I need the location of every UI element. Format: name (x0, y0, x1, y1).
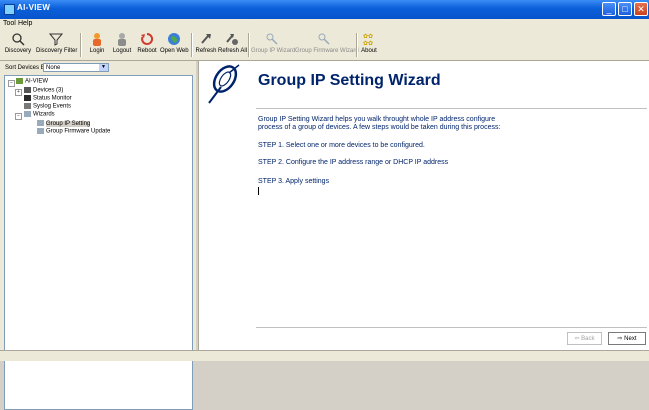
tree-collapse-toggle[interactable]: − (15, 113, 22, 120)
next-button[interactable]: ⇨ Next (608, 332, 646, 345)
wand-icon (318, 33, 330, 45)
footer-divider (256, 327, 647, 328)
svg-text:✿✿: ✿✿ (363, 40, 373, 46)
open-web-button[interactable]: Open Web (160, 32, 189, 60)
discovery-label: Discovery (4, 48, 32, 54)
app-icon (4, 4, 15, 15)
svg-text:✿✿: ✿✿ (363, 33, 373, 40)
logout-button[interactable]: Logout (110, 32, 134, 60)
wand-icon (37, 120, 44, 126)
monitor-icon (24, 95, 31, 101)
window-title: AI-VIEW (17, 3, 51, 12)
group-ip-wizard-button[interactable]: Group IP Wizard (251, 32, 296, 60)
menu-tool[interactable]: Tool (3, 20, 16, 27)
reboot-button[interactable]: Reboot (136, 32, 158, 60)
toolbar-separator (191, 33, 193, 57)
toolbar-separator (248, 33, 250, 57)
group-firmware-wizard-button[interactable]: Group Firmware Wizard (295, 32, 359, 60)
wizard-title: Group IP Setting Wizard (258, 72, 441, 89)
globe-icon (168, 33, 180, 45)
filter-icon (49, 33, 63, 46)
about-button[interactable]: ✿✿ ✿✿ About (358, 32, 380, 60)
logout-icon (118, 33, 126, 46)
satellite-dish-icon (208, 64, 240, 104)
magnifier-icon (12, 33, 25, 46)
tree-node-group-firmware[interactable]: Group Firmware Update (37, 128, 110, 135)
devices-icon (24, 87, 31, 93)
maximize-button[interactable]: □ (618, 2, 632, 16)
about-icon: ✿✿✿✿ (363, 33, 373, 46)
tree-collapse-toggle[interactable]: − (8, 80, 15, 87)
wizard-intro-line-1: Group IP Setting Wizard helps you walk t… (258, 116, 496, 123)
back-button[interactable]: ⇦ Back (567, 332, 602, 345)
wizard-intro-line-2: process of a group of devices. A few ste… (258, 124, 501, 131)
window-titlebar: AI-VIEW _ □ ✕ (0, 0, 649, 19)
login-icon (93, 33, 101, 46)
tree-node-root[interactable]: AI-VIEW (16, 78, 48, 85)
reboot-label: Reboot (137, 48, 157, 54)
discovery-filter-button[interactable]: Discovery Filter (36, 32, 78, 60)
about-label: About (361, 48, 377, 54)
refresh-icon (201, 34, 211, 44)
login-button[interactable]: Login (86, 32, 108, 60)
sort-select[interactable]: None ▼ (43, 63, 109, 72)
header-divider (256, 108, 647, 109)
wizard-step-3: STEP 3. Apply settings (258, 178, 330, 185)
wizard-step-2: STEP 2. Configure the IP address range o… (258, 159, 449, 166)
refresh-label: Refresh (195, 48, 217, 54)
chevron-down-icon[interactable]: ▼ (99, 64, 108, 71)
wand-icon (24, 111, 31, 117)
login-label: Login (89, 48, 105, 54)
wand-icon (266, 33, 278, 45)
menu-bar: Tool Help (0, 19, 649, 30)
wizard-pane: Group IP Setting Wizard Group IP Setting… (198, 61, 649, 350)
status-bar (0, 350, 649, 361)
tree-expand-toggle[interactable]: + (15, 89, 22, 96)
tree-node-group-ip[interactable]: Group IP Setting (37, 120, 91, 127)
close-button[interactable]: ✕ (634, 2, 648, 16)
tree-node-wizards[interactable]: Wizards (24, 111, 55, 118)
minimize-button[interactable]: _ (602, 2, 616, 16)
tree-node-devices[interactable]: Devices (3) (24, 87, 63, 94)
group-firmware-wizard-label: Group Firmware Wizard (295, 48, 359, 54)
refresh-button[interactable]: Refresh (195, 32, 217, 60)
toolbar-separator (80, 33, 82, 57)
menu-help[interactable]: Help (18, 20, 32, 27)
log-icon (24, 103, 31, 109)
refresh-all-button[interactable]: Refresh All (218, 32, 248, 60)
open-web-label: Open Web (160, 48, 189, 54)
group-ip-wizard-label: Group IP Wizard (251, 48, 296, 54)
text-caret (258, 187, 259, 195)
tree-node-status-monitor[interactable]: Status Monitor (24, 95, 72, 102)
toolbar: Discovery Discovery Filter Login Logout … (0, 30, 649, 61)
logout-label: Logout (112, 48, 132, 54)
discovery-button[interactable]: Discovery (2, 32, 34, 60)
tree-node-syslog[interactable]: Syslog Events (24, 103, 71, 110)
refresh-all-icon (226, 34, 238, 45)
reboot-icon (141, 32, 154, 45)
refresh-all-label: Refresh All (218, 48, 248, 54)
left-pane: Sort Devices By: None ▼ − AI-VIEW + Devi… (0, 61, 196, 410)
network-icon (16, 78, 23, 84)
discovery-filter-label: Discovery Filter (36, 48, 78, 54)
wizard-step-1: STEP 1. Select one or more devices to be… (258, 142, 425, 149)
sort-value: None (46, 65, 61, 71)
wand-icon (37, 128, 44, 134)
